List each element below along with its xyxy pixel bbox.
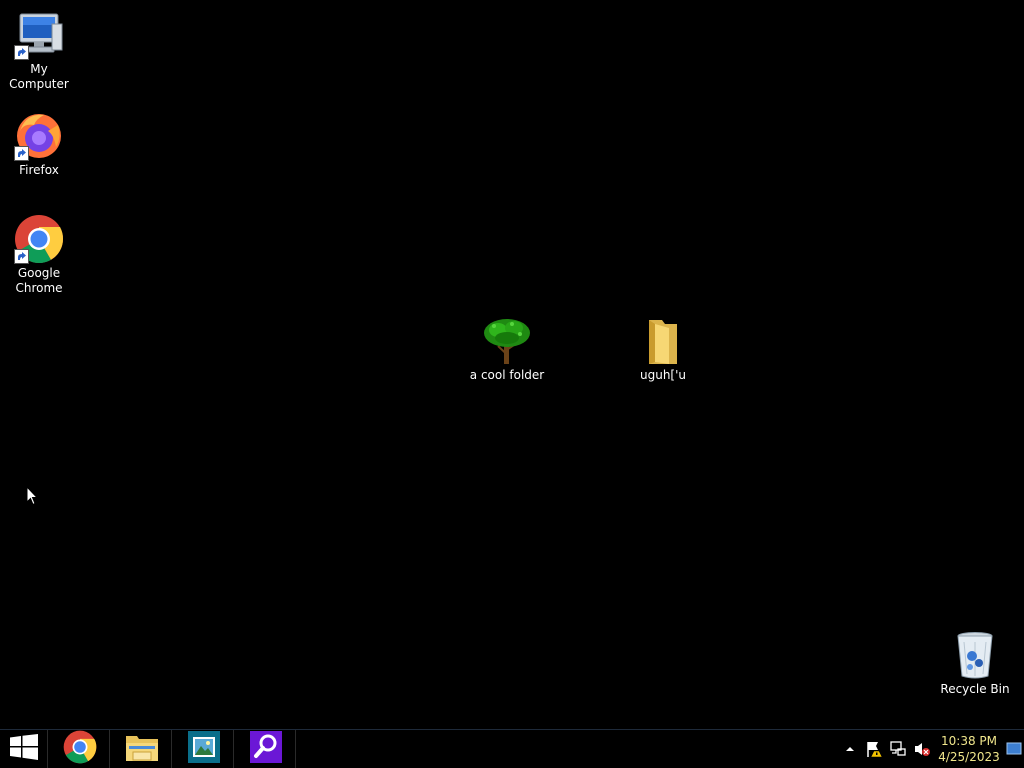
desktop-icon-label: My Computer <box>9 62 69 91</box>
shortcut-arrow-icon <box>14 45 29 60</box>
show-hidden-icons-chevron-icon[interactable] <box>838 730 862 768</box>
desktop-icon-recycle-bin[interactable]: Recycle Bin <box>935 630 1015 697</box>
start-button[interactable] <box>0 730 48 768</box>
folder-icon <box>638 316 688 366</box>
network-icon[interactable] <box>886 730 910 768</box>
taskbar: 10:38 PM 4/25/2023 <box>0 729 1024 768</box>
chrome-icon <box>63 730 97 768</box>
desktop-icon-label: Firefox <box>19 163 59 177</box>
show-desktop-button[interactable] <box>1004 730 1024 768</box>
desktop-icon-label: uguh['u <box>639 368 687 382</box>
desktop-icon-google-chrome[interactable]: Google Chrome <box>0 214 79 296</box>
photo-viewer-icon <box>187 731 220 767</box>
chrome-icon <box>14 214 64 264</box>
desktop-icon-uguh-folder[interactable]: uguh['u <box>623 316 703 383</box>
shortcut-arrow-icon <box>14 146 29 161</box>
windows-logo-icon <box>9 734 38 764</box>
mouse-cursor-icon <box>26 485 39 510</box>
taskbar-chrome-button[interactable] <box>50 730 110 768</box>
desktop[interactable]: My Computer Firefox Google Chrome a cool… <box>0 0 1024 729</box>
magnifier-icon <box>249 731 282 767</box>
volume-muted-icon[interactable] <box>910 730 934 768</box>
desktop-icon-label: Google Chrome <box>15 266 63 295</box>
computer-icon <box>14 10 64 60</box>
clock-date: 4/25/2023 <box>938 750 1000 764</box>
desktop-icon-firefox[interactable]: Firefox <box>0 111 79 178</box>
tree-icon <box>482 316 532 366</box>
taskbar-file-explorer-button[interactable] <box>112 730 172 768</box>
clock[interactable]: 10:38 PM 4/25/2023 <box>934 733 1004 765</box>
shortcut-arrow-icon <box>14 249 29 264</box>
taskbar-photo-viewer-button[interactable] <box>174 730 234 768</box>
recycle-bin-icon <box>950 630 1000 680</box>
firefox-icon <box>14 111 64 161</box>
file-explorer-icon <box>125 732 159 766</box>
desktop-icon-my-computer[interactable]: My Computer <box>0 10 79 92</box>
clock-time: 10:38 PM <box>941 734 997 748</box>
system-tray: 10:38 PM 4/25/2023 <box>838 730 1024 768</box>
desktop-icon-label: Recycle Bin <box>940 682 1010 696</box>
desktop-icon-a-cool-folder[interactable]: a cool folder <box>467 316 547 383</box>
taskbar-search-app-button[interactable] <box>236 730 296 768</box>
desktop-icon-label: a cool folder <box>469 368 545 382</box>
action-center-flag-icon[interactable] <box>862 730 886 768</box>
